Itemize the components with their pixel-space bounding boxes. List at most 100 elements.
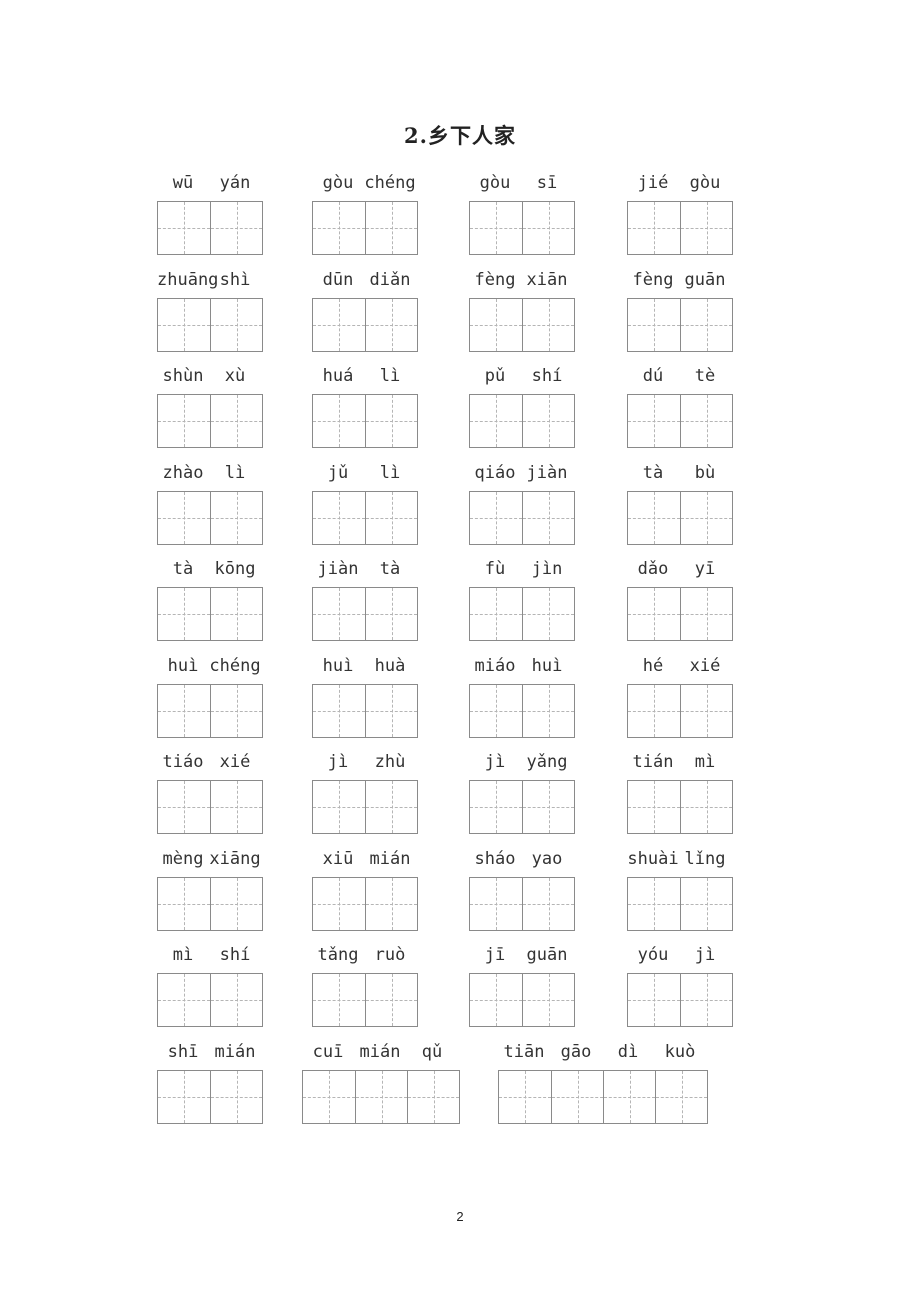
writing-cell[interactable] — [158, 685, 210, 737]
writing-cell[interactable] — [365, 878, 417, 930]
writing-cell[interactable] — [522, 781, 574, 833]
writing-cell[interactable] — [313, 299, 365, 351]
writing-cell[interactable] — [365, 395, 417, 447]
writing-cell[interactable] — [522, 202, 574, 254]
writing-cell[interactable] — [158, 299, 210, 351]
writing-cell[interactable] — [628, 685, 680, 737]
writing-cell[interactable] — [680, 202, 732, 254]
writing-cell[interactable] — [628, 299, 680, 351]
writing-cell[interactable] — [470, 588, 522, 640]
writing-cell[interactable] — [628, 878, 680, 930]
writing-cell[interactable] — [365, 588, 417, 640]
writing-cell[interactable] — [210, 588, 262, 640]
writing-cell[interactable] — [470, 685, 522, 737]
tianzige-box — [312, 298, 418, 352]
writing-cell[interactable] — [522, 492, 574, 544]
writing-cell[interactable] — [680, 781, 732, 833]
word-item: huá lì — [312, 366, 418, 448]
writing-cell[interactable] — [210, 299, 262, 351]
writing-cell[interactable] — [628, 588, 680, 640]
word-item: gòu chéng — [312, 173, 418, 255]
writing-cell[interactable] — [158, 1071, 210, 1123]
writing-cell[interactable] — [470, 395, 522, 447]
writing-cell[interactable] — [522, 395, 574, 447]
writing-cell[interactable] — [210, 878, 262, 930]
pinyin-label: zhào lì — [157, 463, 263, 485]
writing-cell[interactable] — [680, 974, 732, 1026]
writing-cell[interactable] — [522, 299, 574, 351]
writing-cell[interactable] — [470, 878, 522, 930]
writing-cell[interactable] — [365, 492, 417, 544]
pinyin-syllable: shùn — [162, 366, 204, 386]
tianzige-box — [469, 877, 575, 931]
word-item: huì chéng — [157, 656, 263, 738]
writing-cell[interactable] — [365, 202, 417, 254]
writing-cell[interactable] — [551, 1071, 603, 1123]
pinyin-syllable: tiáo — [162, 752, 204, 772]
writing-cell[interactable] — [470, 974, 522, 1026]
writing-cell[interactable] — [158, 781, 210, 833]
pinyin-syllable: qiáo — [474, 463, 516, 483]
writing-cell[interactable] — [628, 395, 680, 447]
writing-cell[interactable] — [158, 492, 210, 544]
tianzige-box — [469, 973, 575, 1027]
pinyin-syllable: shī — [167, 1042, 199, 1062]
writing-cell[interactable] — [210, 492, 262, 544]
writing-cell[interactable] — [313, 974, 365, 1026]
writing-cell[interactable] — [680, 685, 732, 737]
writing-cell[interactable] — [365, 974, 417, 1026]
writing-cell[interactable] — [470, 492, 522, 544]
writing-cell[interactable] — [158, 878, 210, 930]
writing-cell[interactable] — [628, 492, 680, 544]
writing-cell[interactable] — [470, 299, 522, 351]
writing-cell[interactable] — [313, 588, 365, 640]
writing-cell[interactable] — [470, 202, 522, 254]
writing-cell[interactable] — [522, 685, 574, 737]
writing-cell[interactable] — [158, 202, 210, 254]
writing-cell[interactable] — [313, 685, 365, 737]
pinyin-syllable: tián — [632, 752, 674, 772]
pinyin-label: fèng guān — [627, 270, 733, 292]
writing-cell[interactable] — [210, 974, 262, 1026]
writing-cell[interactable] — [680, 395, 732, 447]
writing-cell[interactable] — [158, 395, 210, 447]
writing-cell[interactable] — [522, 974, 574, 1026]
writing-cell[interactable] — [313, 878, 365, 930]
writing-cell[interactable] — [628, 781, 680, 833]
writing-cell[interactable] — [313, 202, 365, 254]
writing-cell[interactable] — [407, 1071, 459, 1123]
writing-cell[interactable] — [303, 1071, 355, 1123]
writing-cell[interactable] — [499, 1071, 551, 1123]
writing-cell[interactable] — [365, 299, 417, 351]
writing-cell[interactable] — [680, 588, 732, 640]
writing-cell[interactable] — [158, 974, 210, 1026]
writing-cell[interactable] — [313, 395, 365, 447]
pinyin-syllable: shì — [219, 270, 251, 290]
writing-cell[interactable] — [365, 685, 417, 737]
writing-cell[interactable] — [680, 878, 732, 930]
tianzige-box — [312, 201, 418, 255]
writing-cell[interactable] — [365, 781, 417, 833]
writing-cell[interactable] — [158, 588, 210, 640]
writing-cell[interactable] — [210, 395, 262, 447]
writing-cell[interactable] — [522, 878, 574, 930]
writing-cell[interactable] — [210, 781, 262, 833]
writing-cell[interactable] — [313, 781, 365, 833]
writing-cell[interactable] — [313, 492, 365, 544]
writing-cell[interactable] — [210, 1071, 262, 1123]
writing-cell[interactable] — [210, 685, 262, 737]
writing-cell[interactable] — [680, 299, 732, 351]
writing-cell[interactable] — [603, 1071, 655, 1123]
writing-cell[interactable] — [355, 1071, 407, 1123]
pinyin-syllable: xié — [219, 752, 251, 772]
writing-cell[interactable] — [628, 974, 680, 1026]
writing-cell[interactable] — [210, 202, 262, 254]
writing-cell[interactable] — [655, 1071, 707, 1123]
tianzige-box — [469, 394, 575, 448]
writing-cell[interactable] — [522, 588, 574, 640]
writing-cell[interactable] — [470, 781, 522, 833]
pinyin-label: jì yǎng — [469, 752, 575, 774]
writing-cell[interactable] — [680, 492, 732, 544]
pinyin-syllable: jié — [637, 173, 669, 193]
writing-cell[interactable] — [628, 202, 680, 254]
